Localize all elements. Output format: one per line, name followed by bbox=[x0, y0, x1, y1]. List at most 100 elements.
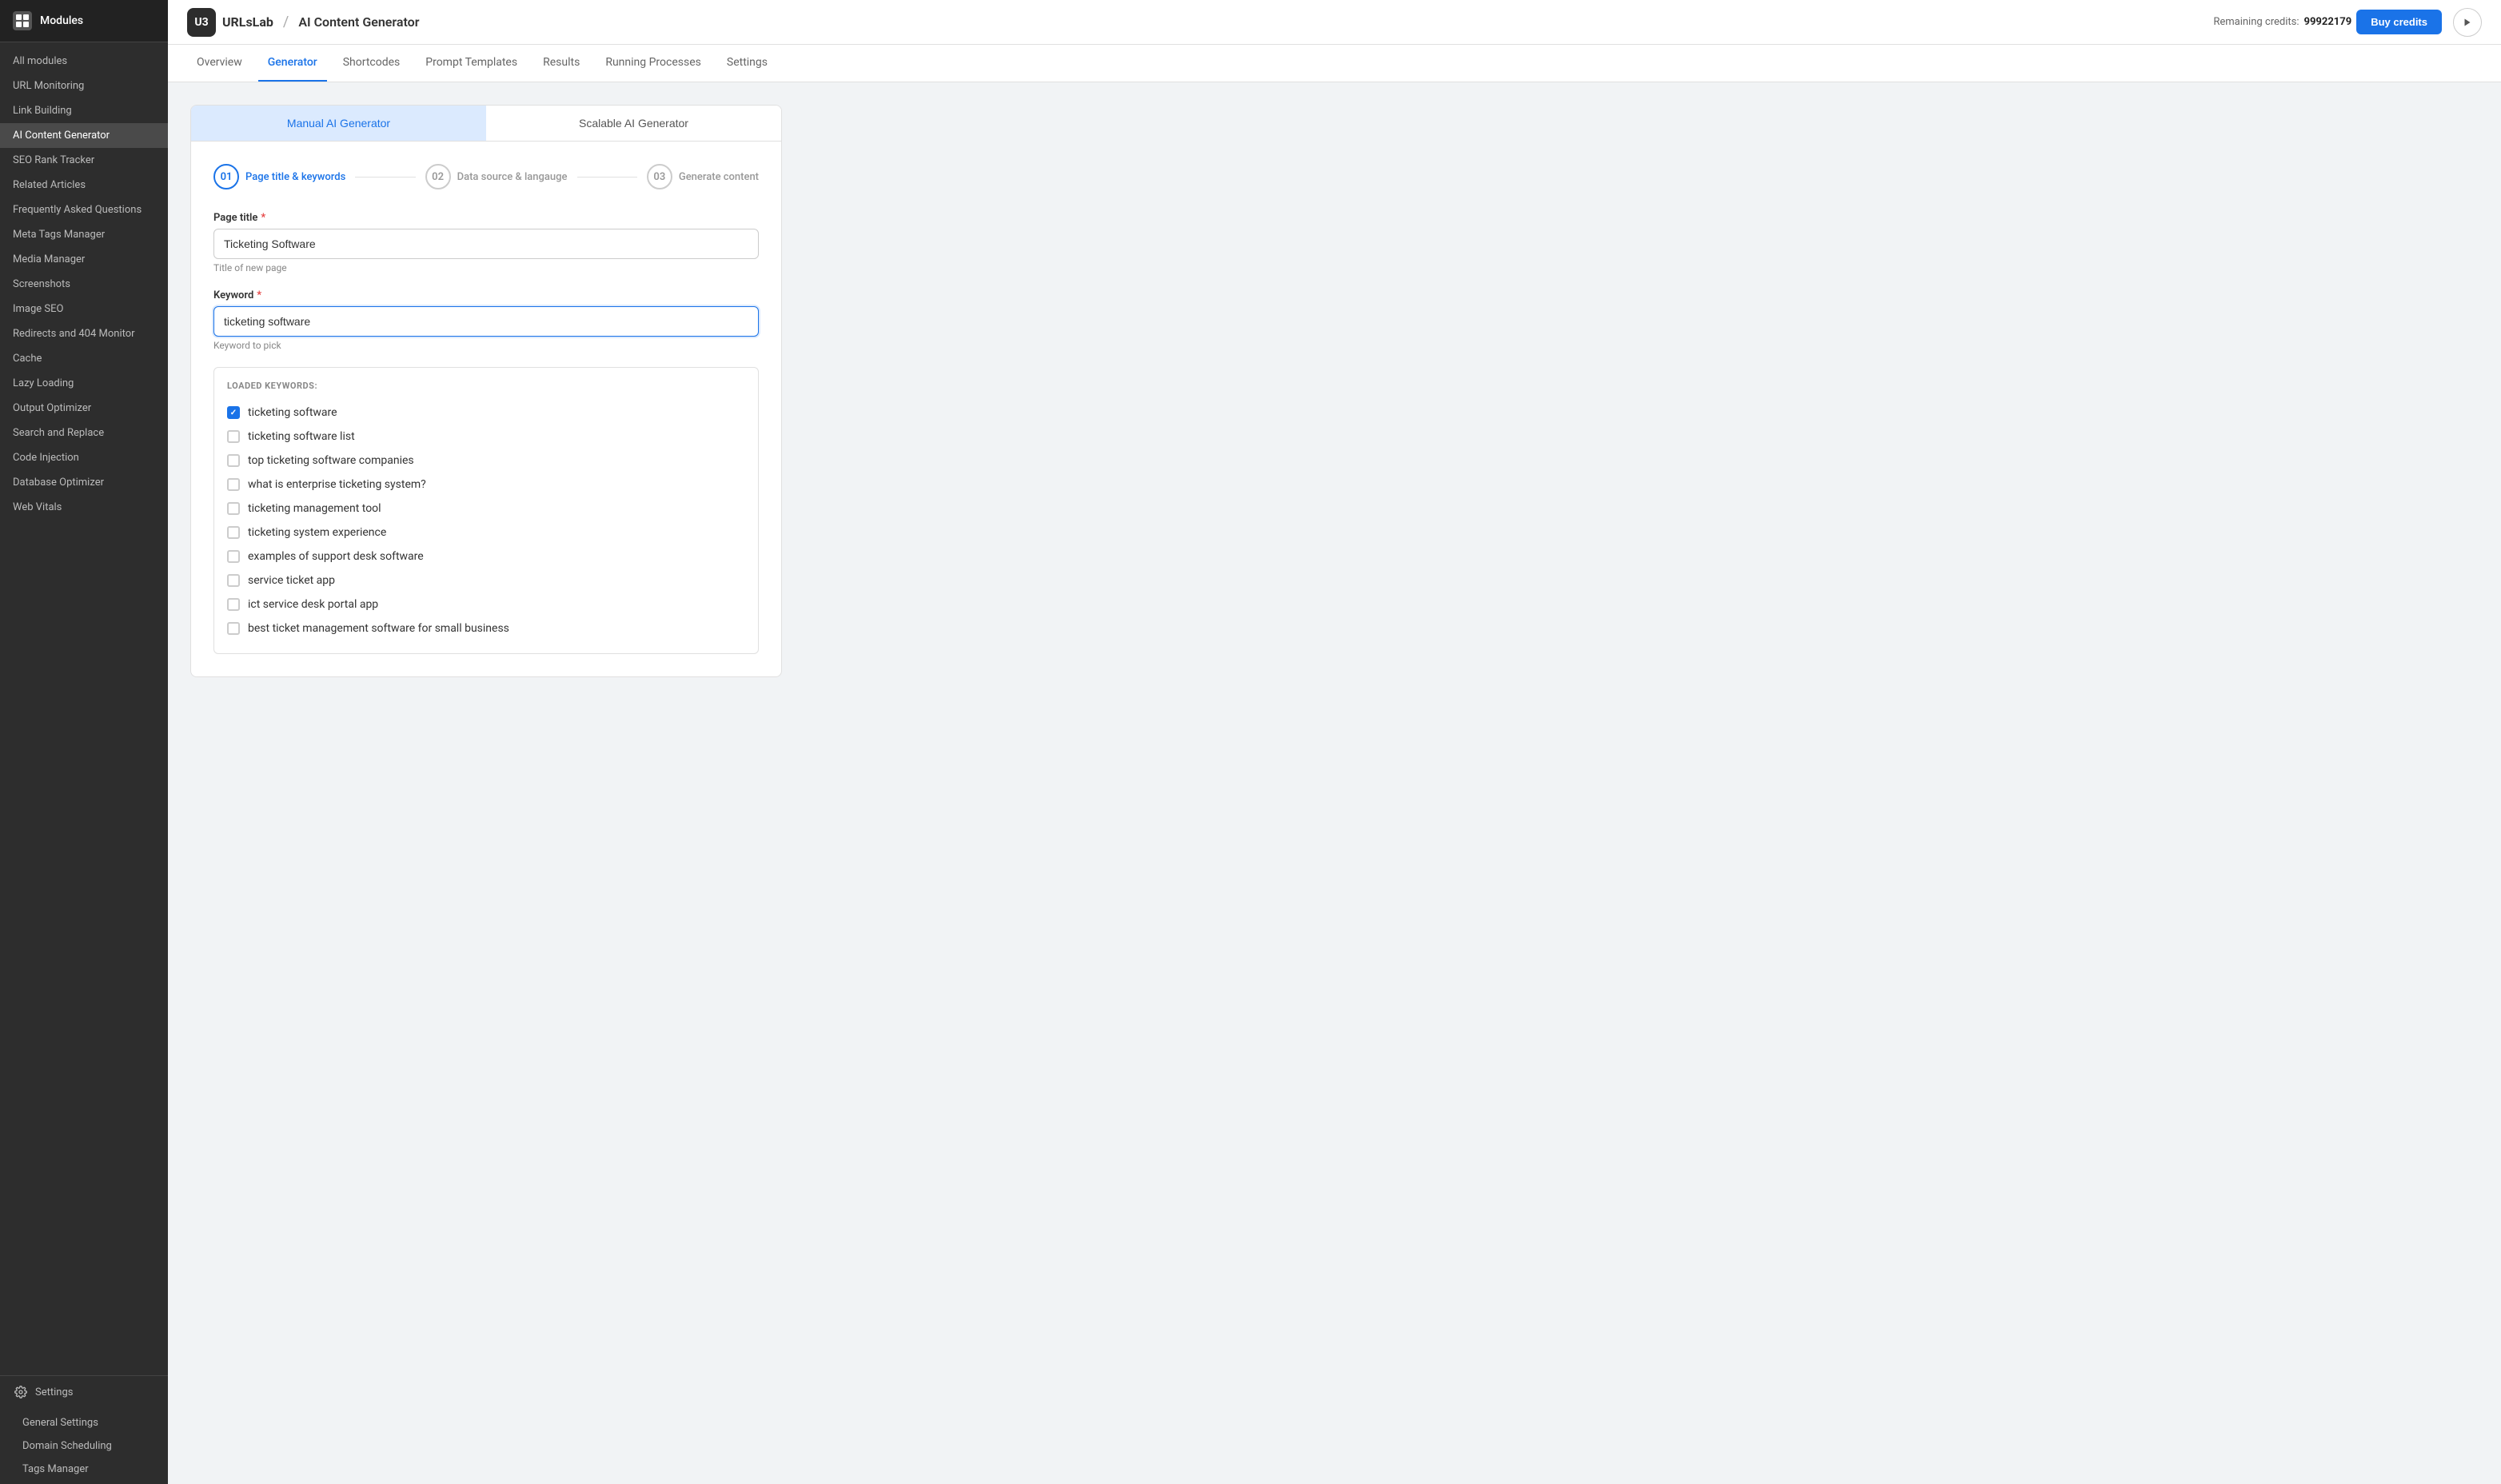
keyword-item: top ticketing software companies bbox=[227, 449, 745, 473]
sidebar-top-label: Modules bbox=[40, 14, 83, 27]
keyword-checkbox[interactable] bbox=[227, 622, 240, 635]
loaded-keywords-label: LOADED KEYWORDS: bbox=[227, 381, 745, 391]
settings-sub-items: General SettingsDomain SchedulingTags Ma… bbox=[0, 1408, 168, 1484]
sidebar-item-web-vitals[interactable]: Web Vitals bbox=[0, 495, 168, 520]
page-title-hint: Title of new page bbox=[213, 262, 759, 273]
sidebar-item-search-replace[interactable]: Search and Replace bbox=[0, 421, 168, 445]
step-3-label: Generate content bbox=[679, 171, 759, 183]
credits-value: 99922179 bbox=[2304, 16, 2352, 28]
keyword-checkbox[interactable] bbox=[227, 574, 240, 587]
credits-section: Remaining credits: 99922179 Buy credits bbox=[2213, 8, 2482, 37]
sidebar-item-database-optimizer[interactable]: Database Optimizer bbox=[0, 470, 168, 495]
sidebar-item-all-modules[interactable]: All modules bbox=[0, 49, 168, 74]
gen-tab-scalable[interactable]: Scalable AI Generator bbox=[486, 106, 781, 141]
generator-tabs: Manual AI GeneratorScalable AI Generator bbox=[190, 105, 782, 141]
keyword-label: ticketing system experience bbox=[248, 526, 386, 539]
page-title-field-label: Page title * bbox=[213, 212, 759, 224]
main-content: U3 URLsLab / AI Content Generator Remain… bbox=[168, 0, 2501, 1484]
gen-tab-manual[interactable]: Manual AI Generator bbox=[191, 106, 486, 141]
settings-icon bbox=[13, 1384, 29, 1400]
sidebar-item-meta-tags-manager[interactable]: Meta Tags Manager bbox=[0, 222, 168, 247]
sidebar-item-output-optimizer[interactable]: Output Optimizer bbox=[0, 396, 168, 421]
keywords-box: LOADED KEYWORDS: ticketing softwareticke… bbox=[213, 367, 759, 654]
sidebar-item-cache[interactable]: Cache bbox=[0, 346, 168, 371]
step-1-label: Page title & keywords bbox=[245, 171, 345, 183]
step-3: 03 Generate content bbox=[647, 164, 759, 189]
step-divider-2 bbox=[577, 177, 637, 178]
sidebar-sub-item-domain-scheduling[interactable]: Domain Scheduling bbox=[0, 1434, 168, 1458]
tab-results[interactable]: Results bbox=[533, 45, 589, 82]
sidebar-item-lazy-loading[interactable]: Lazy Loading bbox=[0, 371, 168, 396]
step-1-circle: 01 bbox=[213, 164, 239, 189]
keyword-required-star: * bbox=[257, 289, 261, 301]
sidebar-item-ai-content-generator[interactable]: AI Content Generator bbox=[0, 123, 168, 148]
keyword-label: ticketing software bbox=[248, 406, 337, 419]
keyword-label: ticketing software list bbox=[248, 430, 355, 443]
modules-icon bbox=[13, 11, 32, 30]
keyword-label: what is enterprise ticketing system? bbox=[248, 478, 426, 491]
step-2-label: Data source & langauge bbox=[457, 171, 568, 183]
tab-generator[interactable]: Generator bbox=[258, 45, 327, 82]
play-button[interactable] bbox=[2453, 8, 2482, 37]
page-content: Manual AI GeneratorScalable AI Generator… bbox=[168, 82, 2501, 1484]
keyword-label: service ticket app bbox=[248, 574, 335, 587]
keyword-hint: Keyword to pick bbox=[213, 340, 759, 351]
sidebar-item-media-manager[interactable]: Media Manager bbox=[0, 247, 168, 272]
sidebar-item-url-monitoring[interactable]: URL Monitoring bbox=[0, 74, 168, 98]
step-divider-1 bbox=[355, 177, 415, 178]
topbar: U3 URLsLab / AI Content Generator Remain… bbox=[168, 0, 2501, 45]
sidebar-item-seo-rank-tracker[interactable]: SEO Rank Tracker bbox=[0, 148, 168, 173]
credits-label: Remaining credits: bbox=[2213, 16, 2299, 28]
keyword-label: top ticketing software companies bbox=[248, 454, 414, 467]
sidebar-item-screenshots[interactable]: Screenshots bbox=[0, 272, 168, 297]
sidebar-sub-item-tags-manager[interactable]: Tags Manager bbox=[0, 1458, 168, 1481]
keyword-item: examples of support desk software bbox=[227, 545, 745, 568]
keyword-item: ticketing management tool bbox=[227, 497, 745, 521]
keyword-label: best ticket management software for smal… bbox=[248, 622, 509, 635]
keyword-checkbox[interactable] bbox=[227, 550, 240, 563]
keyword-checkbox[interactable] bbox=[227, 502, 240, 515]
nav-tabs: OverviewGeneratorShortcodesPrompt Templa… bbox=[168, 45, 2501, 82]
tab-settings[interactable]: Settings bbox=[717, 45, 777, 82]
sidebar-item-redirects-404[interactable]: Redirects and 404 Monitor bbox=[0, 321, 168, 346]
sidebar-item-faq[interactable]: Frequently Asked Questions bbox=[0, 197, 168, 222]
topbar-logo: U3 URLsLab / AI Content Generator bbox=[187, 8, 419, 37]
form-card: 01 Page title & keywords 02 Data source … bbox=[190, 141, 782, 677]
keyword-checkbox[interactable] bbox=[227, 454, 240, 467]
keywords-list: ticketing software ticketing software lis… bbox=[227, 401, 745, 640]
sidebar-item-image-seo[interactable]: Image SEO bbox=[0, 297, 168, 321]
step-1: 01 Page title & keywords bbox=[213, 164, 345, 189]
sidebar-nav: All modulesURL MonitoringLink BuildingAI… bbox=[0, 42, 168, 526]
keyword-checkbox[interactable] bbox=[227, 478, 240, 491]
keyword-checkbox[interactable] bbox=[227, 598, 240, 611]
sidebar-item-code-injection[interactable]: Code Injection bbox=[0, 445, 168, 470]
page-title-input[interactable] bbox=[213, 229, 759, 259]
keyword-item: ticketing software bbox=[227, 401, 745, 425]
keyword-input[interactable] bbox=[213, 306, 759, 337]
settings-label: Settings bbox=[35, 1386, 73, 1398]
sidebar-header: Modules bbox=[0, 0, 168, 42]
keyword-item: best ticket management software for smal… bbox=[227, 616, 745, 640]
logo-icon: U3 bbox=[187, 8, 216, 37]
topbar-separator: / bbox=[283, 14, 289, 30]
sidebar: Modules All modulesURL MonitoringLink Bu… bbox=[0, 0, 168, 1484]
step-3-circle: 03 bbox=[647, 164, 672, 189]
sidebar-item-link-building[interactable]: Link Building bbox=[0, 98, 168, 123]
sidebar-sub-item-general-settings[interactable]: General Settings bbox=[0, 1411, 168, 1434]
keyword-item: ticketing system experience bbox=[227, 521, 745, 545]
settings-section[interactable]: Settings bbox=[0, 1375, 168, 1408]
tab-overview[interactable]: Overview bbox=[187, 45, 252, 82]
keyword-checkbox[interactable] bbox=[227, 526, 240, 539]
brand-name: URLsLab bbox=[222, 14, 273, 30]
tab-prompt-templates[interactable]: Prompt Templates bbox=[416, 45, 527, 82]
tab-running-processes[interactable]: Running Processes bbox=[596, 45, 711, 82]
step-2: 02 Data source & langauge bbox=[425, 164, 568, 189]
keyword-checkbox[interactable] bbox=[227, 406, 240, 419]
tab-shortcodes[interactable]: Shortcodes bbox=[333, 45, 410, 82]
keyword-label: ict service desk portal app bbox=[248, 598, 378, 611]
keyword-checkbox[interactable] bbox=[227, 430, 240, 443]
buy-credits-button[interactable]: Buy credits bbox=[2356, 10, 2442, 34]
keyword-item: service ticket app bbox=[227, 568, 745, 592]
keyword-field-label: Keyword * bbox=[213, 289, 759, 301]
sidebar-item-related-articles[interactable]: Related Articles bbox=[0, 173, 168, 197]
